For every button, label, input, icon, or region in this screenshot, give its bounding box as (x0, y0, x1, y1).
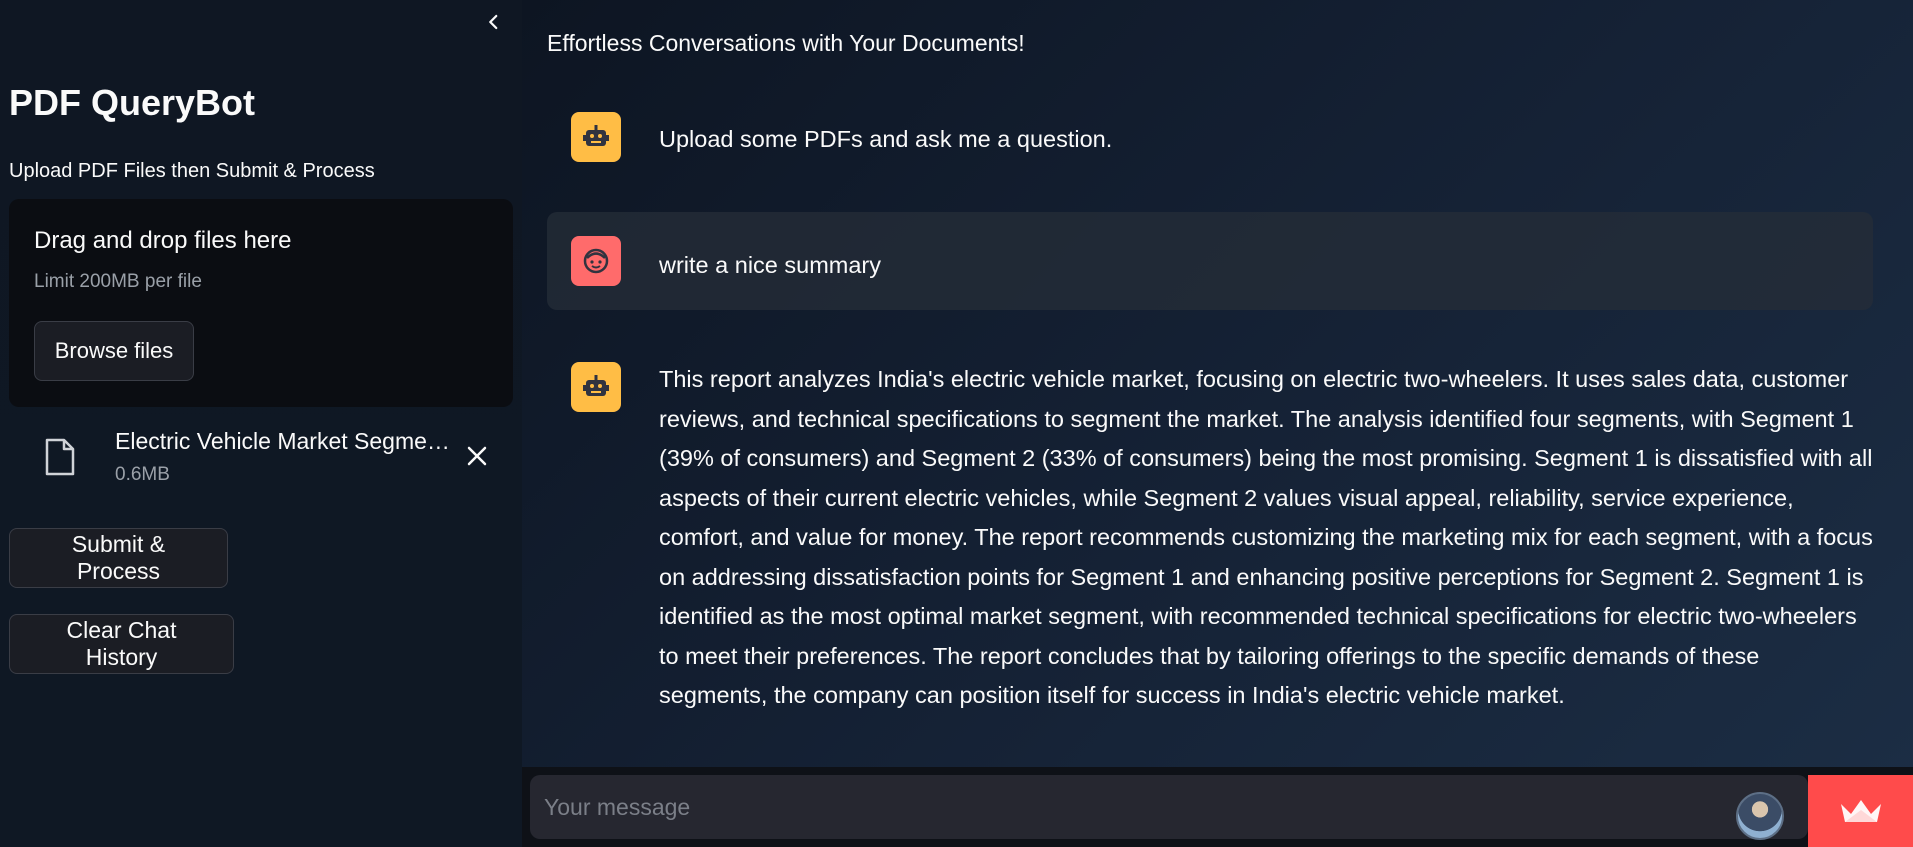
chat-message-user: write a nice summary (547, 212, 1873, 310)
chat-input-bar (522, 767, 1913, 847)
browse-files-button[interactable]: Browse files (34, 321, 194, 381)
chat-message-text: Upload some PDFs and ask me a question. (659, 126, 1113, 152)
page-title: Effortless Conversations with Your Docum… (547, 30, 1025, 56)
robot-icon (583, 125, 609, 146)
chat-message-assistant: Upload some PDFs and ask me a question. (547, 110, 1873, 168)
collapse-sidebar-button[interactable] (478, 6, 510, 38)
main-panel: Effortless Conversations with Your Docum… (522, 0, 1913, 847)
robot-icon (583, 375, 609, 396)
dropzone-limit: Limit 200MB per file (34, 271, 202, 292)
user-face-icon (583, 248, 609, 274)
chevron-left-icon (489, 14, 498, 30)
chat-message-input[interactable] (530, 775, 1710, 839)
sidebar: PDF QueryBot Upload PDF Files then Submi… (0, 0, 522, 847)
dropzone-title: Drag and drop files here (34, 227, 292, 254)
streamlit-crown-icon (1840, 800, 1881, 822)
chat-message-text: This report analyzes India's electric ve… (659, 366, 1873, 708)
clear-chat-history-button[interactable]: Clear Chat History (9, 614, 234, 674)
uploaded-file-size: 0.6MB (115, 464, 170, 485)
uploaded-file-item: Electric Vehicle Market Segmentation Ana… (9, 420, 513, 490)
bot-avatar (571, 112, 621, 162)
uploaded-file-name: Electric Vehicle Market Segmentation Ana… (115, 428, 459, 454)
bot-avatar (571, 362, 621, 412)
profile-avatar[interactable] (1736, 792, 1784, 840)
chat-input-container (530, 775, 1808, 840)
deploy-button[interactable] (1808, 775, 1913, 847)
user-avatar (571, 236, 621, 286)
chat-message-assistant: This report analyzes India's electric ve… (547, 360, 1873, 720)
file-dropzone[interactable]: Drag and drop files here Limit 200MB per… (9, 199, 513, 407)
close-icon (467, 446, 487, 466)
remove-file-button[interactable] (461, 440, 493, 472)
chat-message-text: write a nice summary (659, 252, 881, 278)
sidebar-subtitle: Upload PDF Files then Submit & Process (9, 160, 375, 182)
sidebar-title: PDF QueryBot (9, 82, 256, 123)
file-icon (45, 438, 75, 476)
submit-process-button[interactable]: Submit & Process (9, 528, 228, 588)
